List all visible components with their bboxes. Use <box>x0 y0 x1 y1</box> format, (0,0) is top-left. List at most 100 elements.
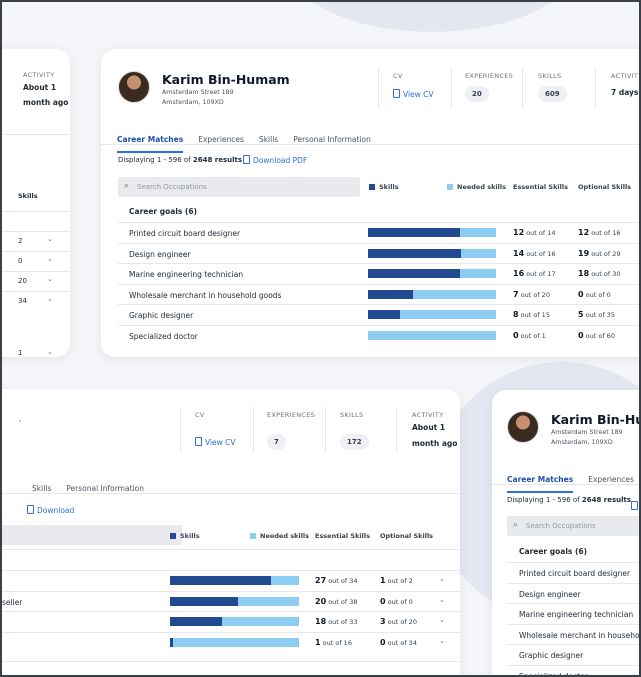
document-icon[interactable] <box>631 494 639 513</box>
essential-skills-count: 8 out of 15 <box>513 310 550 320</box>
essential-skills-count: 1 out of 16 <box>315 637 352 647</box>
candidate-name: Karim Bin-Humar <box>551 412 639 427</box>
table-row[interactable]: 27 out of 34 1 out of 2 ⌄ <box>2 570 460 590</box>
skills-bar-fill <box>368 310 400 320</box>
optional-skills-count: 0 out of 60 <box>578 331 615 340</box>
experiences-label: EXPERIENCES <box>465 72 514 80</box>
skills-label: SKILLS <box>538 72 562 80</box>
search-input[interactable]: ⌕ Search Occupations <box>118 177 360 197</box>
table-row[interactable]: 18 out of 33 3 out of 20 ⌄ <box>2 611 460 631</box>
bottom-profile-card: , CV View CV EXPERIENCES 7 SKILLS 172 AC… <box>2 389 460 675</box>
skills-bar <box>368 289 496 299</box>
table-row[interactable]: Specialized doctor <box>507 665 639 675</box>
search-input[interactable] <box>2 525 182 545</box>
table-row[interactable]: Printed circuit board designer <box>507 562 639 582</box>
chevron-down-icon[interactable]: ⌄ <box>439 616 445 624</box>
view-cv-link[interactable]: View CV <box>195 437 236 447</box>
skills-bar <box>170 637 299 647</box>
table-row[interactable]: 0 ⌄ <box>2 251 70 271</box>
experiences-count: 20 <box>465 86 489 102</box>
table-row[interactable]: Specialized doctor0 out of 10 out of 60⌄ <box>118 325 639 345</box>
optional-value: 0 <box>380 637 386 647</box>
download-pdf-link[interactable]: Download PDF <box>243 155 307 165</box>
activity-label: ACTIVITY <box>611 72 641 80</box>
optional-skills-count: 1 out of 2 <box>380 576 413 585</box>
occupation-name: Marine engineering technician <box>519 610 634 620</box>
avatar <box>118 71 150 103</box>
table-row[interactable]: Wholesale merchant in household go <box>507 623 640 644</box>
tab-personal-information[interactable]: Personal Information <box>66 484 144 500</box>
optional-value: 3 <box>380 617 386 627</box>
optional-skills-count: 0 out of 34 <box>380 637 417 647</box>
occupation-name: Printed circuit board designer <box>519 569 631 578</box>
table-row[interactable]: Wholesale merchant in household goods 7 o… <box>118 283 639 304</box>
table-row[interactable]: 34 ⌄ <box>2 291 70 311</box>
essential-value: 14 <box>513 248 525 258</box>
activity-value: About 1 <box>412 423 446 432</box>
table-row[interactable]: Marine engineering technician <box>507 603 639 623</box>
skills-bar <box>170 576 299 585</box>
skills-bar-fill <box>170 576 271 585</box>
table-row[interactable]: Design engineer <box>507 582 639 603</box>
essential-value: 18 <box>315 617 327 627</box>
chevron-down-icon[interactable]: ⌄ <box>439 637 445 645</box>
chevron-down-icon[interactable]: ⌄ <box>47 295 53 303</box>
chevron-down-icon[interactable]: ⌄ <box>47 348 53 356</box>
activity-value: 7 days ag <box>611 88 639 97</box>
document-icon <box>393 89 400 98</box>
essential-skills-count: 14 out of 16 <box>513 248 556 258</box>
chevron-down-icon[interactable]: ⌄ <box>47 235 53 243</box>
main-profile-card: Karim Bin-Humam Amsterdam Street 189 Ams… <box>101 49 641 357</box>
chevron-down-icon[interactable]: ⌄ <box>47 255 53 263</box>
skills-bar <box>368 331 496 340</box>
search-input[interactable]: ⌕ Search Occupations <box>507 516 639 536</box>
table-row[interactable]: 2 ⌄ <box>2 231 70 251</box>
tab-skills[interactable]: Skills <box>259 135 278 151</box>
essential-skills-count: 16 out of 17 <box>513 269 556 279</box>
row-count: 2 <box>18 237 23 245</box>
table-row[interactable]: Marine engineering technician 16 out of 1… <box>118 263 639 283</box>
view-cv-link[interactable]: View CV <box>393 89 434 99</box>
activity-label: ACTIVITY <box>412 411 444 419</box>
optional-value: 18 <box>578 269 590 279</box>
legend-skills: Skills <box>170 532 200 540</box>
chevron-down-icon[interactable]: ⌄ <box>47 275 53 283</box>
essential-value: 20 <box>315 596 327 606</box>
table-row[interactable]: seller 20 out of 38 0 out of 0 ⌄ <box>2 590 460 611</box>
tab-skills[interactable]: Skills <box>32 484 51 500</box>
right-partial-card: Karim Bin-Humar Amsterdam Street 189 Ams… <box>492 390 640 675</box>
skills-label: SKILLS <box>340 411 364 419</box>
occupation-name: Wholesale merchant in household go <box>519 630 640 640</box>
profile-tabs: Skills Personal Information <box>32 476 159 500</box>
skills-bar-fill <box>368 269 461 279</box>
skills-bar <box>368 269 496 279</box>
essential-value: 1 <box>315 637 321 647</box>
address-line-2: Amsterdam, 109XD <box>162 99 224 106</box>
essential-skills-count: 0 out of 1 <box>513 331 546 340</box>
chevron-down-icon[interactable]: ⌄ <box>439 596 445 604</box>
address-line-2: Amsterdam, 109XD <box>551 439 613 446</box>
tab-personal-information[interactable]: Personal Information <box>293 135 371 151</box>
optional-skills-count: 0 out of 0 <box>380 596 413 606</box>
chevron-down-icon[interactable]: ⌄ <box>439 575 445 583</box>
table-row[interactable]: Design engineer14 out of 1619 out of 29⌄ <box>118 242 639 263</box>
table-row[interactable]: Graphic designer8 out of 155 out of 35⌄ <box>118 304 639 324</box>
legend-needed-skills: Needed skills <box>447 183 506 191</box>
tab-experiences[interactable]: Experiences <box>588 475 634 491</box>
download-link[interactable]: Download <box>27 505 74 515</box>
row-count: 34 <box>18 297 27 305</box>
skills-count: 172 <box>340 434 369 450</box>
essential-skills-count: 12 out of 14 <box>513 228 556 237</box>
tab-experiences[interactable]: Experiences <box>198 135 244 151</box>
table-row[interactable]: 20 ⌄ <box>2 271 70 291</box>
legend-swatch <box>369 184 375 190</box>
document-icon <box>27 505 34 514</box>
table-row[interactable]: 1 out of 16 0 out of 34 ⌄ <box>2 631 460 652</box>
essential-skills-count: 20 out of 38 <box>315 596 358 606</box>
skills-bar <box>170 617 299 627</box>
table-row[interactable]: Printed circuit board designer 12 out of … <box>118 222 639 242</box>
optional-value: 5 <box>578 310 584 320</box>
table-row[interactable]: Graphic designer <box>507 644 639 664</box>
legend-swatch <box>250 533 256 539</box>
optional-skills-count: 0 out of 0 <box>578 289 611 299</box>
